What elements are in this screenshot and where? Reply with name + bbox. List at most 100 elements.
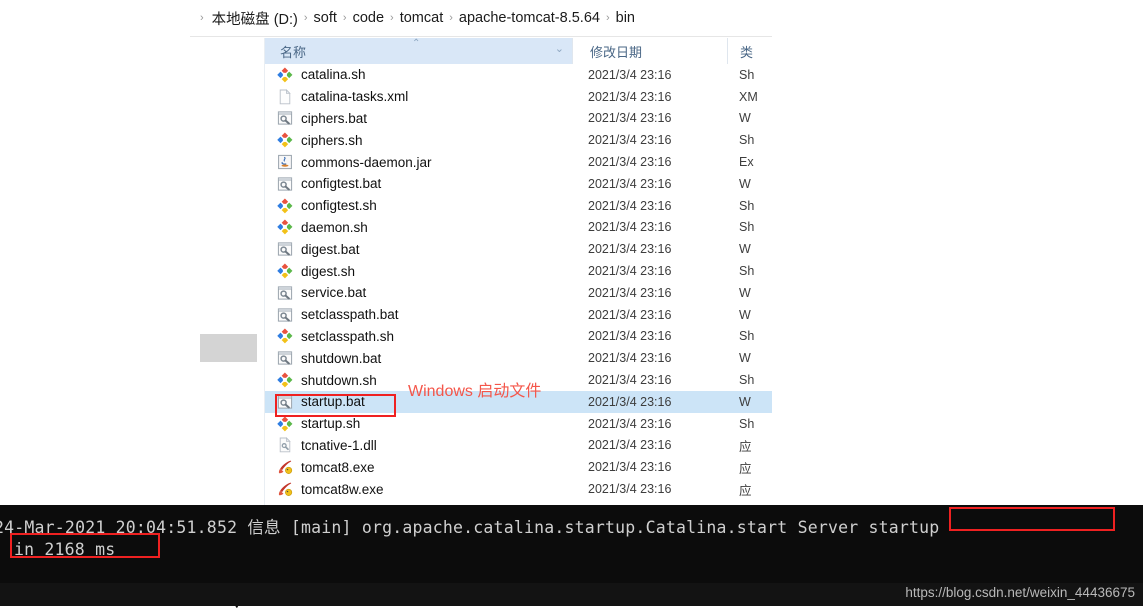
file-row[interactable]: catalina.sh 2021/3/4 23:16 Sh	[265, 64, 772, 86]
file-date-modified: 2021/3/4 23:16	[588, 242, 672, 257]
file-name-label: configtest.sh	[301, 198, 377, 214]
file-name-cell: tomcat8.exe	[265, 459, 572, 475]
file-name-cell: ciphers.bat	[265, 110, 572, 126]
file-row[interactable]: daemon.sh 2021/3/4 23:16 Sh	[265, 217, 772, 239]
breadcrumb-item-bin[interactable]: bin	[616, 10, 635, 26]
breadcrumb-item-soft[interactable]: soft	[314, 10, 337, 26]
bat-script-icon	[277, 241, 293, 257]
breadcrumb-separator-1: ›	[303, 11, 308, 24]
file-row[interactable]: service.bat 2021/3/4 23:16 W	[265, 282, 772, 304]
file-name-cell: digest.sh	[265, 263, 572, 279]
file-row[interactable]: tomcat8w.exe 2021/3/4 23:16 应	[265, 478, 772, 500]
sh-script-icon	[277, 219, 293, 235]
file-row[interactable]: configtest.sh 2021/3/4 23:16 Sh	[265, 195, 772, 217]
bat-script-icon	[277, 307, 293, 323]
file-row[interactable]: digest.sh 2021/3/4 23:16 Sh	[265, 260, 772, 282]
file-date-modified: 2021/3/4 23:16	[588, 89, 672, 104]
file-date-modified: 2021/3/4 23:16	[588, 416, 672, 431]
file-name-label: commons-daemon.jar	[301, 154, 432, 170]
file-type: Sh	[739, 198, 755, 213]
file-name-cell: setclasspath.sh	[265, 328, 572, 344]
file-name-label: tomcat8w.exe	[301, 481, 384, 497]
file-type: W	[739, 176, 751, 191]
file-type: 应	[739, 483, 752, 498]
file-name-cell: service.bat	[265, 285, 572, 301]
file-name-cell: tomcat8w.exe	[265, 481, 572, 497]
file-row[interactable]: ciphers.sh 2021/3/4 23:16 Sh	[265, 129, 772, 151]
annotation-label-windows-startup-file: Windows 启动文件	[408, 383, 542, 400]
column-header-name[interactable]: 名称 ⌃ ⌄	[264, 38, 572, 64]
tomcat-exe-icon	[277, 481, 293, 497]
breadcrumb-item-apache-tomcat[interactable]: apache-tomcat-8.5.64	[459, 10, 600, 26]
file-row[interactable]: shutdown.bat 2021/3/4 23:16 W	[265, 347, 772, 369]
file-list: catalina.sh 2021/3/4 23:16 Sh catalina-task…	[265, 64, 772, 500]
file-name-label: service.bat	[301, 285, 367, 301]
file-date-modified: 2021/3/4 23:16	[588, 351, 672, 366]
file-name-label: configtest.bat	[301, 176, 382, 192]
breadcrumb-item-tomcat[interactable]: tomcat	[400, 10, 444, 26]
xml-file-icon	[277, 88, 293, 105]
file-row[interactable]: ciphers.bat 2021/3/4 23:16 W	[265, 108, 772, 130]
file-row[interactable]: commons-daemon.jar 2021/3/4 23:16 Ex	[265, 151, 772, 173]
file-row[interactable]: tomcat8.exe 2021/3/4 23:16 应	[265, 456, 772, 478]
bat-script-icon	[277, 285, 293, 301]
file-name-label: digest.bat	[301, 241, 360, 257]
sh-script-icon	[277, 263, 293, 279]
file-explorer-window: › 本地磁盘 (D:) › soft › code › tomcat › apa…	[190, 0, 772, 506]
bat-script-icon	[277, 110, 293, 126]
file-type: W	[739, 307, 751, 322]
breadcrumb[interactable]: › 本地磁盘 (D:) › soft › code › tomcat › apa…	[190, 0, 772, 37]
file-date-modified: 2021/3/4 23:16	[588, 460, 672, 475]
file-name-label: ciphers.sh	[301, 132, 363, 148]
file-row[interactable]: startup.sh 2021/3/4 23:16 Sh	[265, 413, 772, 435]
file-type: Sh	[739, 416, 755, 431]
file-date-modified: 2021/3/4 23:16	[588, 394, 672, 409]
file-row[interactable]: configtest.bat 2021/3/4 23:16 W	[265, 173, 772, 195]
file-name-label: catalina.sh	[301, 67, 366, 83]
file-name-label: shutdown.bat	[301, 350, 382, 366]
breadcrumb-item-code[interactable]: code	[353, 10, 384, 26]
file-name-cell: setclasspath.bat	[265, 307, 572, 323]
column-header-type-label: 类	[740, 44, 754, 60]
file-row[interactable]: setclasspath.sh 2021/3/4 23:16 Sh	[265, 326, 772, 348]
sh-script-icon	[277, 132, 293, 148]
file-type: W	[739, 351, 751, 366]
sh-script-icon	[277, 198, 293, 214]
file-date-modified: 2021/3/4 23:16	[588, 307, 672, 322]
file-name-label: setclasspath.bat	[301, 307, 399, 323]
file-type: Sh	[739, 373, 755, 388]
file-date-modified: 2021/3/4 23:16	[588, 285, 672, 300]
jar-file-icon	[277, 154, 293, 170]
file-name-cell: commons-daemon.jar	[265, 154, 572, 170]
file-name-cell: tcnative-1.dll	[265, 437, 572, 453]
bat-script-icon	[277, 350, 293, 366]
bat-script-icon	[277, 176, 293, 192]
file-name-label: digest.sh	[301, 263, 356, 279]
sort-ascending-icon: ⌃	[412, 38, 421, 49]
file-name-label: startup.bat	[301, 394, 365, 410]
file-name-label: daemon.sh	[301, 219, 368, 235]
column-header-row: 名称 ⌃ ⌄ 修改日期 类	[264, 38, 772, 64]
chevron-down-icon[interactable]: ⌄	[555, 44, 564, 55]
breadcrumb-item-drive[interactable]: 本地磁盘 (D:)	[212, 8, 298, 29]
file-type: Sh	[739, 133, 755, 148]
column-header-date-label: 修改日期	[590, 44, 643, 60]
sh-script-icon	[277, 67, 293, 83]
file-name-cell: daemon.sh	[265, 219, 572, 235]
file-name-cell: configtest.sh	[265, 198, 572, 214]
file-date-modified: 2021/3/4 23:16	[588, 220, 672, 235]
file-row[interactable]: setclasspath.bat 2021/3/4 23:16 W	[265, 304, 772, 326]
file-name-cell: shutdown.bat	[265, 350, 572, 366]
bat-script-icon	[277, 394, 293, 410]
file-name-label: tomcat8.exe	[301, 459, 375, 475]
file-row[interactable]: digest.bat 2021/3/4 23:16 W	[265, 238, 772, 260]
file-row[interactable]: catalina-tasks.xml 2021/3/4 23:16 XM	[265, 86, 772, 108]
column-header-date-modified[interactable]: 修改日期	[572, 38, 727, 64]
file-type: W	[739, 285, 751, 300]
file-type: Sh	[739, 329, 755, 344]
column-header-type[interactable]: 类	[727, 38, 772, 64]
file-date-modified: 2021/3/4 23:16	[588, 438, 672, 453]
file-row[interactable]: tcnative-1.dll 2021/3/4 23:16 应	[265, 435, 772, 457]
file-type: 应	[739, 439, 752, 454]
watermark-url: https://blog.csdn.net/weixin_44436675	[905, 585, 1135, 600]
